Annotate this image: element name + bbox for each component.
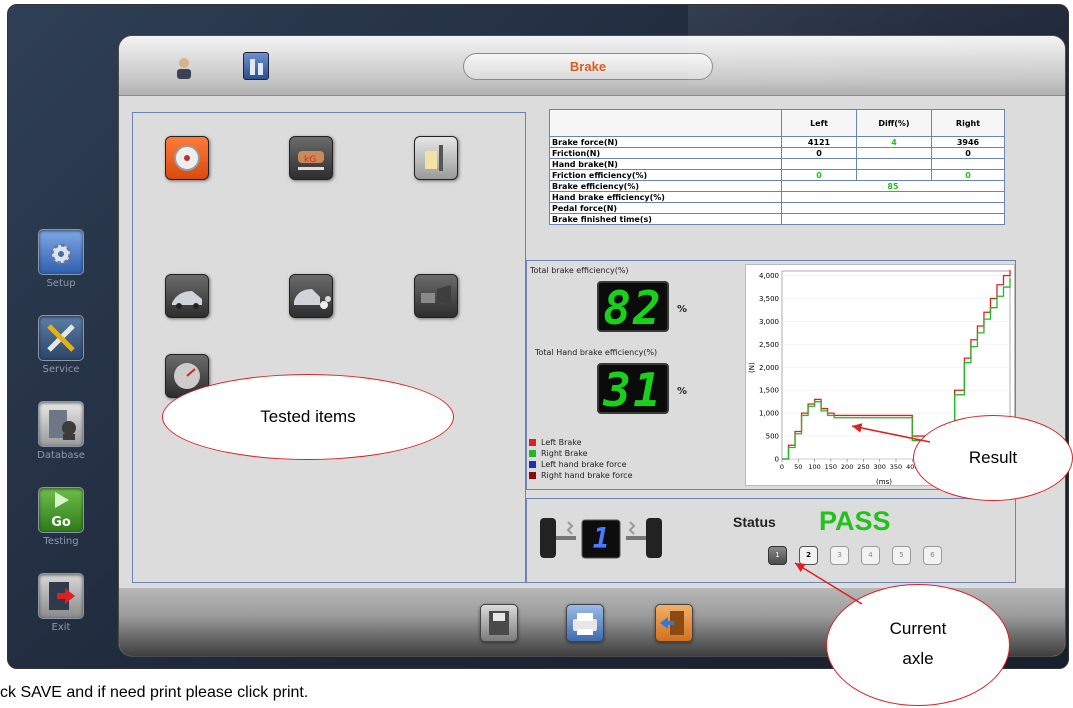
callout-arrows (794, 423, 931, 605)
result-arrow (851, 423, 931, 443)
instruction-caption: ck SAVE and if need print please click p… (0, 684, 309, 701)
current-axle-arrow (794, 562, 863, 605)
